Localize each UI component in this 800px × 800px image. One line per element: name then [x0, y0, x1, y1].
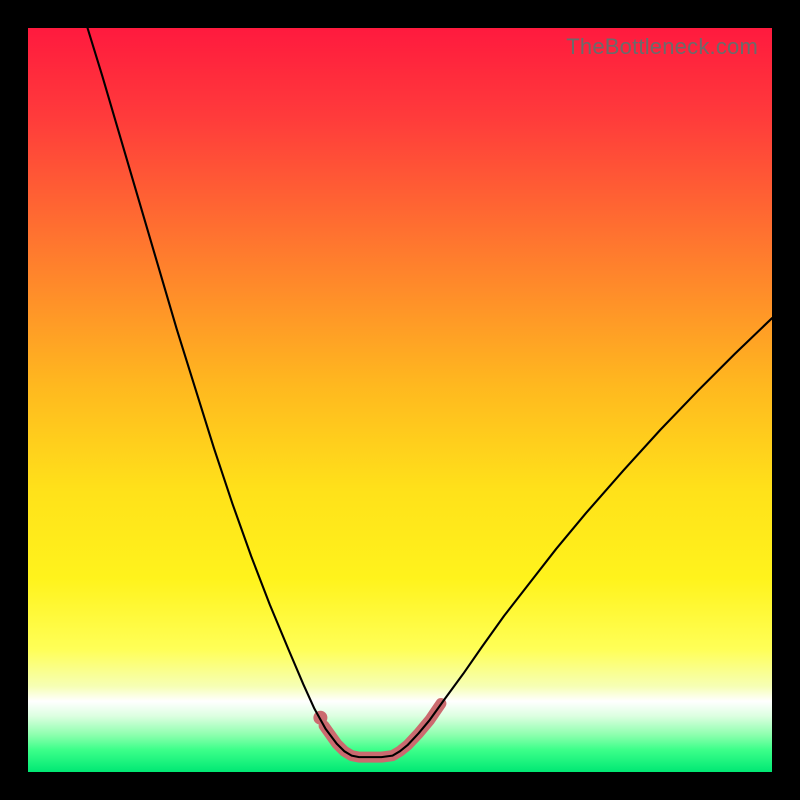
- watermark-label: TheBottleneck.com: [566, 34, 758, 60]
- curve-layer: [28, 28, 772, 772]
- bottleneck-curve: [88, 28, 772, 757]
- plot-area: TheBottleneck.com: [28, 28, 772, 772]
- chart-stage: TheBottleneck.com: [0, 0, 800, 800]
